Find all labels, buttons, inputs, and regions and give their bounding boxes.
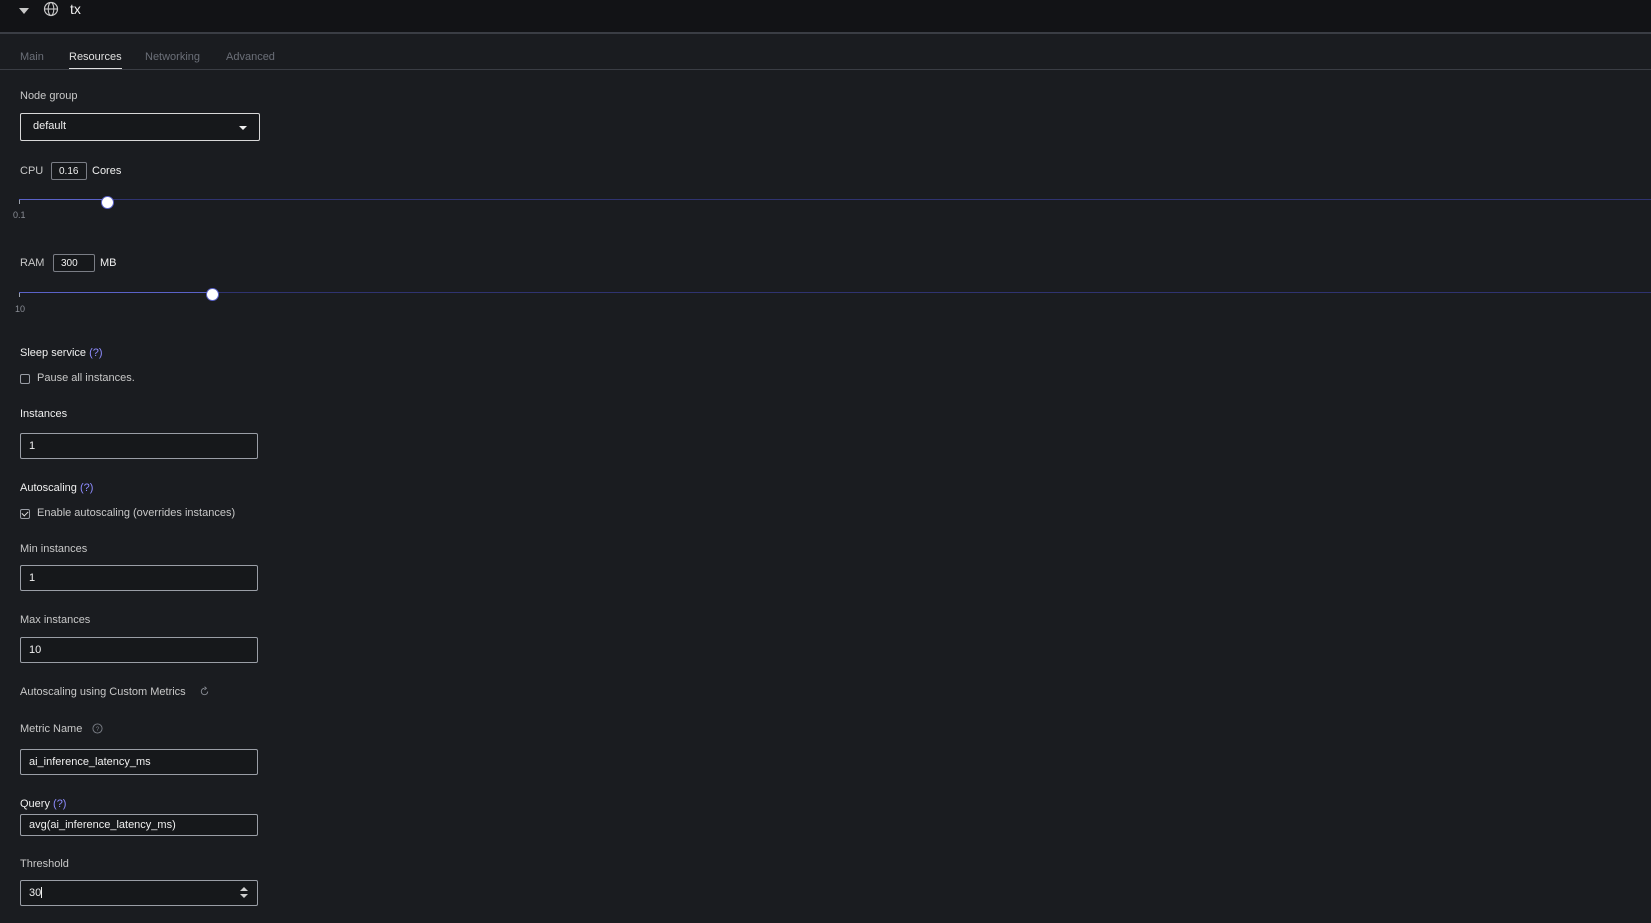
metric-name-input[interactable]: ai_inference_latency_ms — [20, 749, 258, 775]
max-instances-input[interactable]: 10 — [20, 637, 258, 663]
tab-resources[interactable]: Resources — [69, 51, 122, 69]
cpu-slider-track[interactable] — [19, 199, 1651, 200]
cpu-slider-thumb[interactable] — [101, 196, 114, 209]
sleep-service-label: Sleep service (?) — [20, 347, 103, 359]
threshold-value: 30 — [29, 887, 42, 899]
service-name: tx — [70, 1, 81, 17]
text-cursor — [41, 887, 43, 898]
enable-autoscaling-checkbox[interactable] — [20, 509, 30, 519]
pause-instances-checkbox[interactable] — [20, 374, 30, 384]
refresh-icon[interactable] — [199, 686, 210, 697]
question-circle-icon[interactable]: ? — [92, 723, 103, 734]
stepper-down-icon[interactable] — [240, 894, 248, 898]
tab-main[interactable]: Main — [20, 51, 44, 63]
tab-networking[interactable]: Networking — [145, 51, 200, 63]
autoscaling-label: Autoscaling (?) — [20, 482, 93, 494]
sleep-service-title: Sleep service — [20, 347, 87, 359]
ram-slider-min: 10 — [15, 304, 26, 314]
instances-value: 1 — [29, 440, 36, 452]
ram-label: RAM — [20, 257, 45, 269]
instances-label: Instances — [20, 408, 68, 420]
query-title: Query — [20, 798, 50, 810]
ram-input[interactable]: 300 — [53, 254, 95, 272]
ram-slider-thumb[interactable] — [206, 288, 219, 301]
autoscaling-help-link[interactable]: (?) — [80, 482, 93, 494]
chevron-down-icon — [239, 126, 247, 130]
cpu-slider-fill — [19, 199, 107, 200]
min-instances-input[interactable]: 1 — [20, 565, 258, 591]
cpu-unit: Cores — [92, 165, 122, 177]
min-instances-label: Min instances — [20, 543, 88, 555]
ram-slider-track[interactable] — [19, 292, 1651, 293]
node-group-select[interactable]: default — [20, 113, 260, 141]
autoscaling-title: Autoscaling — [20, 482, 77, 494]
tab-bar: Main Resources Networking Advanced — [0, 46, 1651, 70]
node-group-value: default — [33, 120, 67, 132]
ram-slider-tick — [19, 293, 20, 297]
threshold-label: Threshold — [20, 858, 69, 870]
ram-unit: MB — [100, 257, 117, 269]
tab-advanced[interactable]: Advanced — [226, 51, 275, 63]
stepper-up-icon[interactable] — [240, 887, 248, 891]
globe-icon — [43, 1, 59, 17]
query-label: Query (?) — [20, 798, 66, 810]
cpu-slider-tick — [19, 200, 20, 204]
cpu-input[interactable]: 0.16 — [51, 162, 87, 180]
max-instances-value: 10 — [29, 644, 42, 656]
threshold-field: 30 — [29, 887, 43, 899]
query-value: avg(ai_inference_latency_ms) — [29, 819, 176, 831]
enable-autoscaling-label: Enable autoscaling (overrides instances) — [37, 507, 236, 519]
query-help-link[interactable]: (?) — [53, 798, 66, 810]
instances-input[interactable]: 1 — [20, 433, 258, 459]
metric-name-value: ai_inference_latency_ms — [29, 756, 151, 768]
cpu-slider-min: 0.1 — [13, 210, 26, 220]
svg-text:?: ? — [96, 726, 100, 733]
node-group-label: Node group — [20, 90, 78, 102]
max-instances-label: Max instances — [20, 614, 91, 626]
cpu-label: CPU — [20, 165, 44, 177]
pause-instances-label: Pause all instances. — [37, 372, 135, 384]
service-header: tx — [0, 0, 1651, 34]
min-instances-value: 1 — [29, 572, 36, 584]
chevron-down-icon[interactable] — [19, 8, 29, 14]
number-stepper[interactable] — [240, 887, 248, 899]
threshold-input[interactable]: 30 — [20, 880, 258, 906]
metric-name-label: Metric Name — [20, 723, 83, 735]
query-input[interactable]: avg(ai_inference_latency_ms) — [20, 814, 258, 836]
ram-slider-fill — [19, 292, 212, 293]
custom-metrics-label: Autoscaling using Custom Metrics — [20, 686, 186, 698]
sleep-help-link[interactable]: (?) — [89, 347, 102, 359]
